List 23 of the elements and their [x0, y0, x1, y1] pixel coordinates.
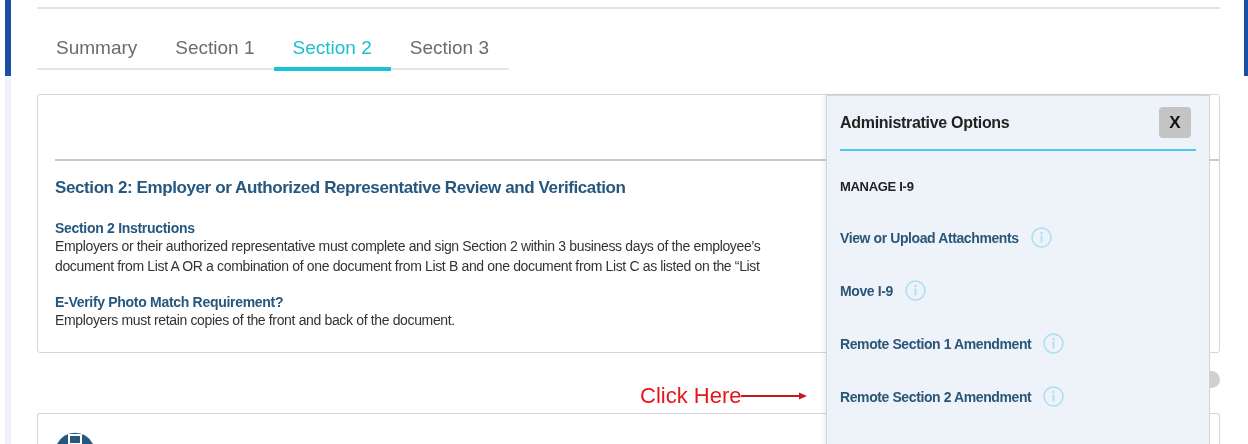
- tab[interactable]: Section 3: [390, 31, 508, 71]
- document-icon: [55, 430, 95, 444]
- option-link[interactable]: Move I-9: [840, 282, 893, 299]
- tab[interactable]: Summary: [37, 31, 157, 71]
- info-icon[interactable]: [1030, 227, 1052, 248]
- body-text: Employers or their authorized representative must complete and sign Section 2 within 3 business days of the employee’s: [55, 237, 761, 256]
- panel-title: Administrative Options: [840, 113, 1010, 132]
- body-text: Employers must retain copies of the front and back of the document.: [55, 311, 455, 330]
- section-title: Section 2: Employer or Authorized Representative Review and Verification: [55, 178, 626, 198]
- info-icon[interactable]: [1043, 386, 1065, 407]
- body-text: document from List A OR a combination of one document from List B and one document from List C as listed on the “List: [55, 257, 760, 276]
- group-label: MANAGE I-9: [840, 179, 914, 194]
- tab[interactable]: Section 1: [156, 31, 274, 71]
- info-icon[interactable]: [904, 280, 926, 301]
- option-link[interactable]: Remote Section 1 Amendment: [840, 335, 1032, 352]
- block-heading: Section 2 Instructions: [55, 220, 195, 236]
- close-button[interactable]: X: [1159, 107, 1191, 138]
- arrow-icon: [741, 392, 808, 400]
- annotation-text: Click Here: [640, 383, 742, 409]
- info-icon[interactable]: [1043, 333, 1065, 354]
- block-heading: E-Verify Photo Match Requirement?: [55, 294, 284, 310]
- option-link[interactable]: Remote Section 2 Amendment: [840, 388, 1032, 405]
- option-link[interactable]: View or Upload Attachments: [840, 229, 1019, 246]
